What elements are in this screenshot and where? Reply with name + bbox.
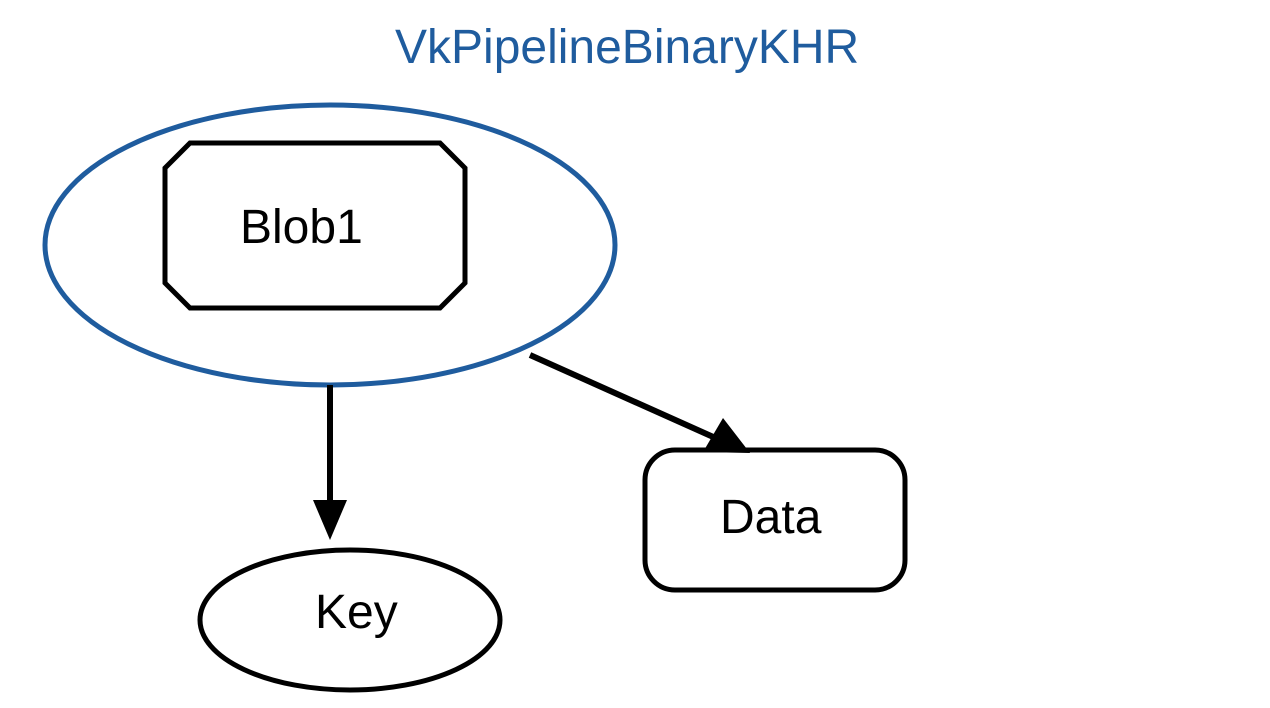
arrow-to-key [305,380,365,550]
blob-label: Blob1 [240,200,363,255]
key-label: Key [315,585,398,640]
diagram-title: VkPipelineBinaryKHR [395,20,859,75]
data-label: Data [720,490,821,545]
